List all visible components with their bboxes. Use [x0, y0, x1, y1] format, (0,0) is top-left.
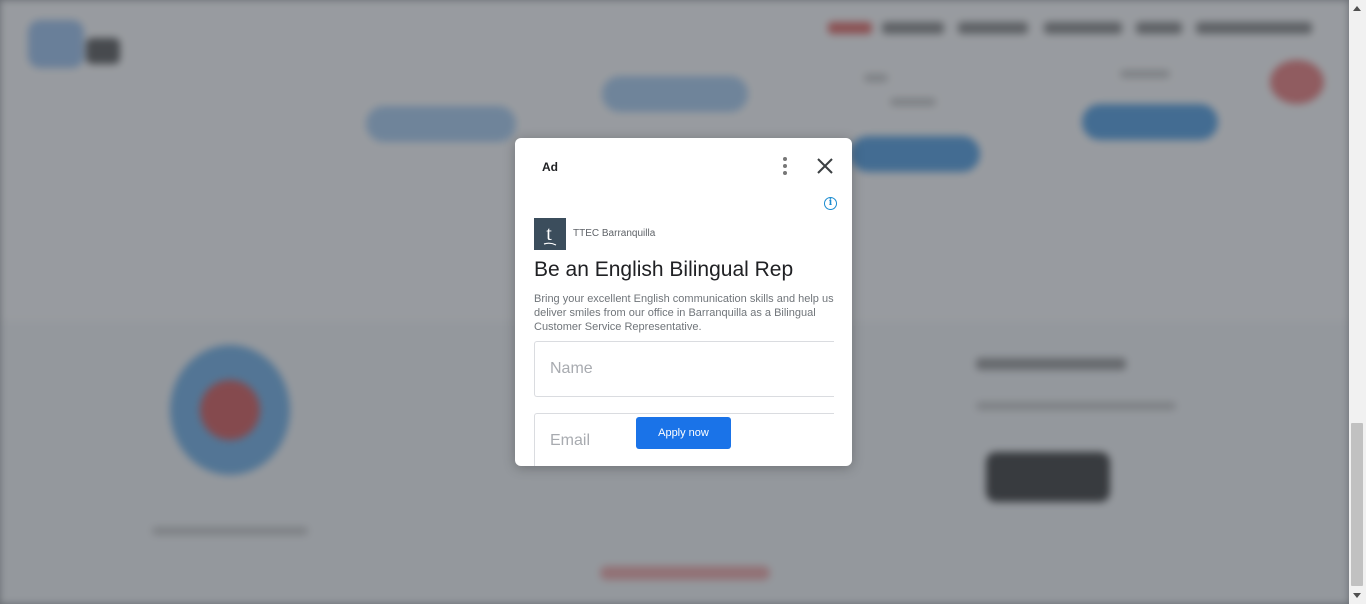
advertiser-logo: t — [534, 218, 566, 250]
advertiser-logo-letter: t — [546, 223, 552, 245]
close-icon[interactable] — [815, 156, 835, 176]
name-input[interactable] — [535, 342, 834, 396]
ad-label: Ad — [542, 160, 558, 174]
kebab-menu-icon[interactable] — [777, 156, 793, 176]
ad-body-text: Bring your excellent English communicati… — [534, 293, 834, 333]
ad-headline[interactable]: Be an English Bilingual Rep — [534, 258, 793, 282]
ad-dialog: Ad i t TTEC Barranquilla Be an English B… — [515, 138, 852, 466]
advertiser-name[interactable]: TTEC Barranquilla — [573, 228, 655, 239]
info-icon[interactable]: i — [824, 197, 837, 210]
name-field[interactable] — [534, 341, 834, 397]
page-scrollbar[interactable] — [1349, 0, 1366, 604]
scroll-thumb[interactable] — [1351, 423, 1363, 586]
apply-now-button[interactable]: Apply now — [636, 417, 731, 449]
scroll-down-icon[interactable] — [1353, 593, 1361, 598]
scroll-up-icon[interactable] — [1353, 6, 1361, 11]
